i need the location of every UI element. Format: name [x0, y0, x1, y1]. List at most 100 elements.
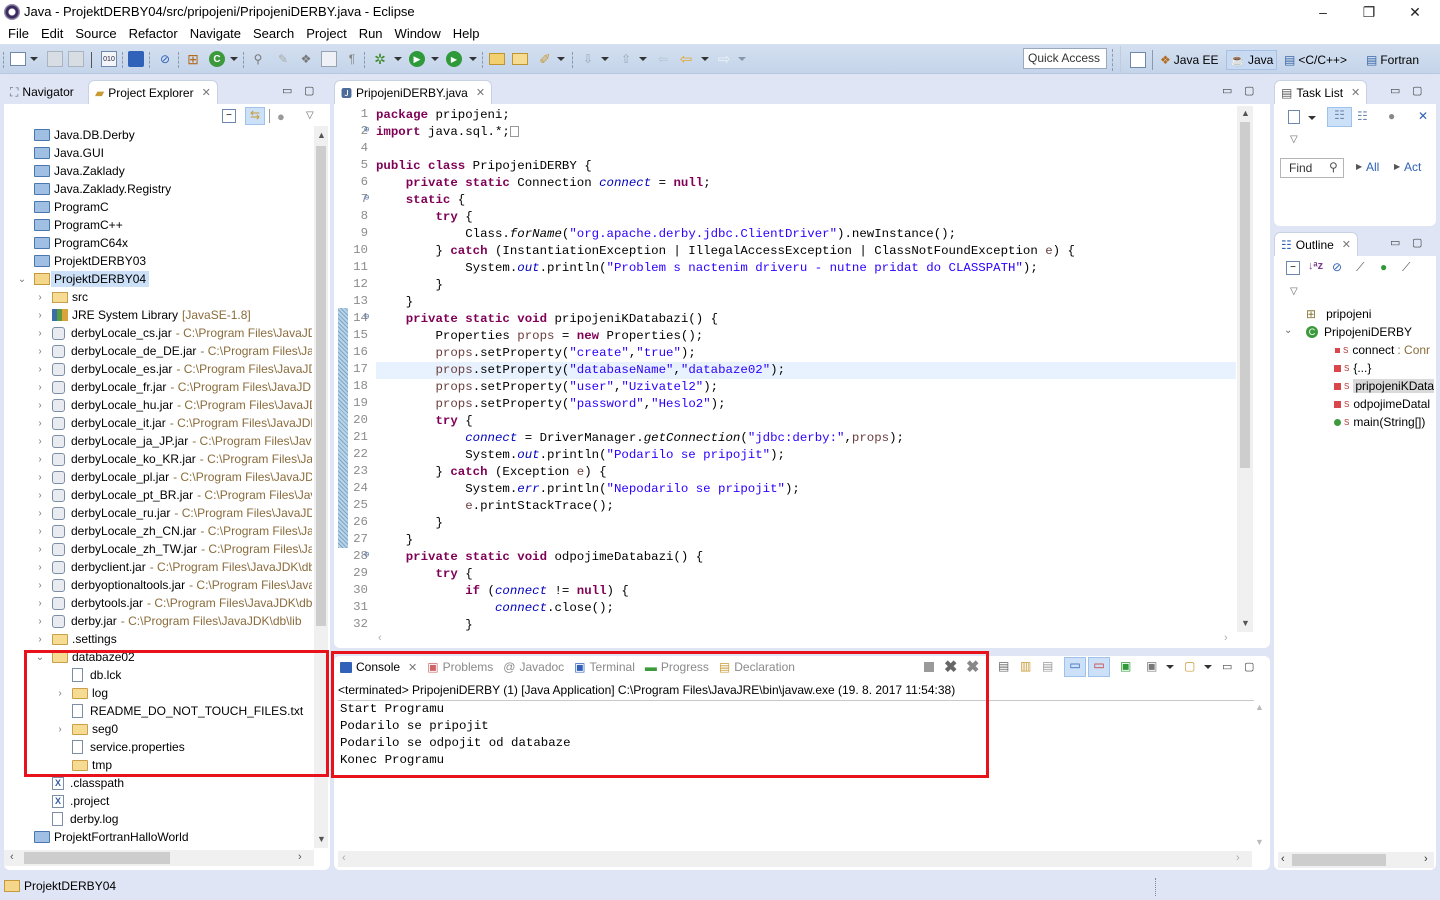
back-dropdown-icon[interactable]: [701, 57, 709, 61]
tree-item[interactable]: Java.Zaklady.Registry: [4, 180, 171, 198]
new-icon[interactable]: [10, 52, 26, 66]
hide-nonpublic-icon[interactable]: ●: [1380, 260, 1387, 274]
tree-item[interactable]: › derbyLocale_es.jar - C:\Program Files\Ja…: [4, 360, 312, 378]
new-class-icon[interactable]: C: [209, 51, 225, 67]
new-task-icon[interactable]: [1288, 110, 1300, 124]
save-all-icon[interactable]: [68, 51, 84, 67]
expand-chevron-icon[interactable]: ›: [34, 310, 46, 321]
search-icon[interactable]: ✐: [537, 51, 553, 67]
view-menu-icon[interactable]: ▽: [306, 110, 314, 121]
menu-search[interactable]: Search: [247, 25, 300, 43]
filter-active-link[interactable]: Act: [1404, 160, 1421, 174]
debug-icon[interactable]: ✲: [372, 51, 388, 67]
expand-chevron-icon[interactable]: ›: [34, 418, 46, 429]
debug-dropdown-icon[interactable]: [394, 57, 402, 61]
save-icon[interactable]: [47, 51, 63, 67]
filter-all-link[interactable]: All: [1366, 160, 1379, 174]
expand-chevron-icon[interactable]: ›: [34, 490, 46, 501]
close-outline-icon[interactable]: ✕: [1342, 238, 1351, 251]
perspective-c-cpp[interactable]: ▤ <C/C++>: [1281, 50, 1350, 70]
filters-icon[interactable]: ●: [277, 109, 285, 124]
run-external-tool-icon[interactable]: ▶: [446, 51, 462, 67]
outline-item[interactable]: Smain(String[]): [1334, 413, 1425, 431]
hide-fields-icon[interactable]: ⊘: [1332, 260, 1342, 274]
expand-chevron-icon[interactable]: ›: [34, 634, 46, 645]
collapse-chevron-icon[interactable]: ⌄: [1284, 325, 1292, 336]
previous-annotation-icon[interactable]: ⇧: [618, 51, 634, 67]
tab-outline[interactable]: ☷ Outline ✕: [1274, 232, 1359, 256]
outline-item[interactable]: ⌄ C PripojeniDERBY: [1284, 323, 1412, 341]
outline-item[interactable]: SpripojeniKData: [1334, 377, 1434, 395]
menu-navigate[interactable]: Navigate: [184, 25, 247, 43]
tree-item[interactable]: Java.Zaklady: [4, 162, 125, 180]
forward-icon[interactable]: ⇨: [716, 51, 732, 68]
hide-local-types-icon[interactable]: ⟋: [1402, 260, 1410, 275]
open-folder-icon[interactable]: [512, 53, 528, 65]
tab-editor-file[interactable]: 🅹 PripojeniDERBY.java ✕: [334, 80, 493, 104]
menu-run[interactable]: Run: [353, 25, 389, 43]
scheduled-icon[interactable]: ☷: [1357, 109, 1368, 123]
tree-item[interactable]: derby.log: [4, 810, 118, 828]
console-horizontal-scrollbar[interactable]: ‹ ›: [338, 851, 1252, 867]
minimize-outline-icon[interactable]: ▭: [1390, 236, 1400, 249]
perspective-java[interactable]: ☕ Java: [1226, 50, 1278, 70]
tree-item[interactable]: Java.DB.Derby: [4, 126, 135, 144]
open-project-icon[interactable]: [489, 53, 505, 65]
outline-item[interactable]: Sconnect: Conr: [1334, 341, 1430, 359]
tree-item[interactable]: › derbyLocale_ja_JP.jar - C:\Program Files…: [4, 432, 312, 450]
outline-collapse-icon[interactable]: −: [1286, 261, 1300, 275]
tree-item[interactable]: › derbyLocale_ko_KR.jar - C:\Program Files…: [4, 450, 312, 468]
expand-chevron-icon[interactable]: ›: [34, 400, 46, 411]
open-console-icon[interactable]: ▢: [1184, 659, 1195, 673]
tab-project-explorer[interactable]: ▰ Project Explorer ✕: [88, 80, 218, 104]
expand-chevron-icon[interactable]: ›: [34, 436, 46, 447]
new-task-dropdown-icon[interactable]: [1308, 116, 1316, 120]
expand-chevron-icon[interactable]: ›: [34, 526, 46, 537]
run-dropdown-icon[interactable]: [431, 57, 439, 61]
pin-console-icon[interactable]: ▣: [1120, 659, 1131, 673]
maximize-view-icon[interactable]: ▢: [304, 84, 314, 97]
last-edit-icon[interactable]: ⇦: [655, 51, 671, 67]
tree-item[interactable]: ProgramC++: [4, 216, 123, 234]
block-selection-icon[interactable]: [321, 51, 337, 67]
tree-item[interactable]: › derbyLocale_hu.jar - C:\Program Files\Ja…: [4, 396, 312, 414]
expand-chevron-icon[interactable]: ›: [34, 616, 46, 627]
next-annotation-icon[interactable]: ⇩: [580, 51, 596, 67]
close-button[interactable]: ✕: [1392, 0, 1438, 24]
perspective-java-ee[interactable]: ❖ Java EE: [1157, 50, 1221, 70]
show-on-stdout-icon[interactable]: ▭: [1064, 657, 1086, 677]
restore-button[interactable]: ❐: [1346, 0, 1392, 24]
new-package-icon[interactable]: ⊞: [185, 51, 201, 67]
close-task-list-icon[interactable]: ✕: [1351, 86, 1360, 99]
tree-item[interactable]: X .project: [4, 792, 109, 810]
tree-item[interactable]: › derbyLocale_pl.jar - C:\Program Files\Ja…: [4, 468, 312, 486]
tree-item[interactable]: › derbyLocale_ru.jar - C:\Program Files\Ja…: [4, 504, 312, 522]
expand-chevron-icon[interactable]: ›: [34, 598, 46, 609]
minimize-editor-icon[interactable]: ▭: [1222, 84, 1232, 97]
minimize-console-icon[interactable]: ▭: [1222, 660, 1232, 673]
expand-chevron-icon[interactable]: ›: [34, 364, 46, 375]
expand-chevron-icon[interactable]: ›: [34, 562, 46, 573]
expand-fold-icon[interactable]: ⊕: [364, 125, 369, 135]
code-area[interactable]: 1 package pripojeni; 2 ⊕ import java.sql.*; 4…: [334, 106, 1236, 631]
close-tab-icon[interactable]: ✕: [202, 86, 211, 99]
show-whitespace-icon[interactable]: ¶: [344, 51, 360, 67]
menu-refactor[interactable]: Refactor: [123, 25, 184, 43]
editor-vertical-scrollbar[interactable]: ▲ ▼: [1237, 106, 1253, 632]
open-type-icon[interactable]: ⚲: [250, 51, 266, 67]
collapse-fold-icon[interactable]: ⊖: [364, 312, 369, 322]
maximize-console-icon[interactable]: ▢: [1244, 660, 1254, 673]
outline-horizontal-scrollbar[interactable]: ‹ ›: [1278, 852, 1434, 868]
tree-item[interactable]: ProgramC64x: [4, 234, 128, 252]
tree-item[interactable]: › derbyLocale_it.jar - C:\Program Files\Ja…: [4, 414, 312, 432]
previous-annotation-dropdown-icon[interactable]: [639, 57, 647, 61]
tree-item[interactable]: ⌄ ProjektDERBY04: [4, 270, 150, 288]
menu-source[interactable]: Source: [69, 25, 122, 43]
menu-file[interactable]: File: [2, 25, 35, 43]
expand-chevron-icon[interactable]: ›: [34, 328, 46, 339]
minimize-task-list-icon[interactable]: ▭: [1390, 84, 1400, 97]
collapse-all-icon[interactable]: −: [222, 109, 236, 123]
collapse-fold-icon[interactable]: ⊖: [364, 193, 369, 203]
new-class-dropdown-icon[interactable]: [230, 57, 238, 61]
tree-item[interactable]: ProjektDERBY03: [4, 252, 146, 270]
